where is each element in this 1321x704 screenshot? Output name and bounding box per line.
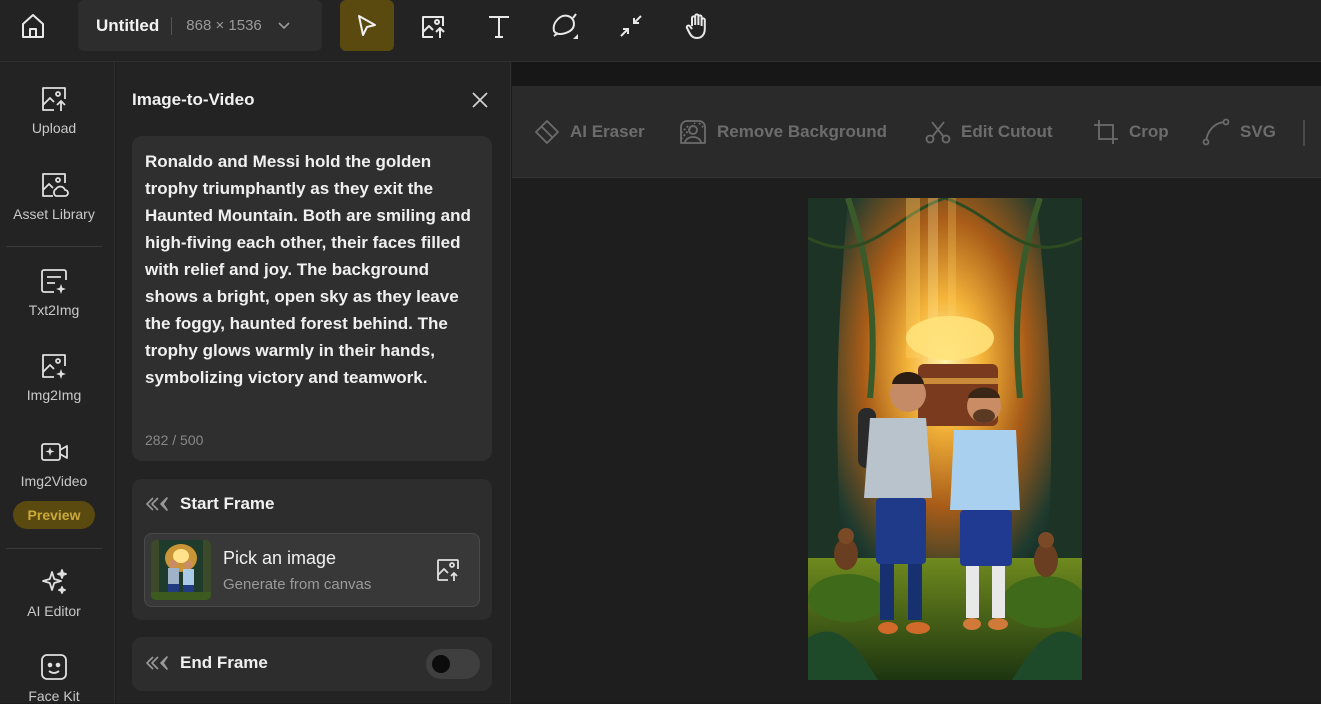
sidebar-divider	[6, 246, 102, 247]
text-T-icon	[489, 15, 509, 38]
pick-image-label: Pick an image	[223, 548, 337, 568]
document-selector[interactable]: Untitled 868 × 1536	[78, 0, 322, 51]
vector-pen-icon	[1202, 118, 1230, 146]
eraser-icon	[535, 120, 559, 144]
pick-image-button[interactable]: Pick an image Generate from canvas	[144, 533, 480, 607]
home-button[interactable]	[14, 8, 52, 44]
text-tool[interactable]	[472, 0, 526, 51]
sidebar-item-ai-editor[interactable]: AI Editor	[0, 567, 108, 619]
prompt-textarea[interactable]: Ronaldo and Messi hold the golden trophy…	[132, 136, 492, 461]
divider	[171, 16, 173, 35]
cursor-arrow-icon	[358, 14, 376, 36]
ai-eraser-label: AI Eraser	[570, 122, 645, 141]
scissors-icon	[925, 121, 951, 144]
image-upload-icon[interactable]	[435, 557, 461, 588]
remove-background-button[interactable]: Remove Background	[679, 120, 887, 144]
end-frame-title: End Frame	[180, 653, 268, 672]
sidebar-item-label: Img2Img	[26, 387, 82, 403]
start-frame-header: Start Frame	[146, 494, 274, 514]
toolbar-divider	[1303, 120, 1305, 146]
remove-background-label: Remove Background	[717, 122, 888, 141]
select-tool[interactable]	[340, 0, 394, 51]
document-size: 868 × 1536	[186, 17, 262, 34]
image-to-video-icon	[41, 443, 68, 461]
end-frame-header: End Frame	[146, 653, 268, 673]
asset-library-icon	[42, 173, 69, 197]
crop-button[interactable]: Crop	[1093, 120, 1169, 144]
start-frame-thumbnail	[151, 540, 211, 600]
shape-icon	[552, 12, 578, 39]
image-upload-icon	[422, 15, 445, 38]
upload-image-icon	[42, 87, 66, 111]
character-count: 282 / 500	[145, 432, 204, 448]
sparkle-icon	[42, 569, 67, 594]
sidebar-item-label: Asset Library	[13, 206, 95, 222]
home-icon	[22, 14, 44, 38]
sidebar-item-label: AI Editor	[27, 603, 81, 619]
frame-chevrons-icon	[146, 497, 168, 511]
end-frame-card: End Frame	[132, 637, 492, 691]
preview-badge: Preview	[13, 501, 95, 529]
sidebar-item-label: Txt2Img	[28, 302, 80, 318]
start-frame-card: Start Frame Pick an image Generate from …	[132, 479, 492, 620]
canvas-image[interactable]	[808, 198, 1082, 680]
left-sidebar: Upload Asset Library Txt2Img Img2Img Img…	[0, 62, 115, 704]
close-icon[interactable]	[469, 89, 491, 111]
text-to-image-icon	[41, 269, 67, 294]
canvas-top-strip	[512, 62, 1321, 86]
sidebar-item-label: Upload	[31, 120, 77, 136]
sidebar-item-face-kit[interactable]: Face Kit	[0, 652, 108, 704]
collapse-arrows-icon	[620, 14, 642, 37]
hand-tool[interactable]	[670, 0, 724, 51]
end-frame-toggle[interactable]	[426, 649, 480, 679]
crop-label: Crop	[1129, 122, 1169, 141]
face-icon	[41, 654, 67, 680]
sidebar-item-label: Face Kit	[28, 688, 80, 704]
sidebar-item-txt2img[interactable]: Txt2Img	[0, 266, 108, 318]
toggle-knob	[432, 655, 450, 673]
panel-title: Image-to-Video	[132, 90, 255, 109]
remove-background-icon	[680, 120, 706, 144]
sidebar-item-img2video[interactable]: Img2Video	[0, 437, 108, 489]
upload-image-tool[interactable]	[406, 0, 460, 51]
edit-cutout-label: Edit Cutout	[961, 122, 1053, 141]
top-toolbar: Untitled 868 × 1536	[0, 0, 1321, 62]
svg-label: SVG	[1240, 122, 1276, 141]
context-toolbar: AI Eraser Remove Background Edit Cutout …	[512, 86, 1321, 178]
svg-button[interactable]: SVG	[1202, 118, 1276, 146]
ai-eraser-button[interactable]: AI Eraser	[534, 120, 645, 144]
sidebar-item-asset-library[interactable]: Asset Library	[0, 170, 108, 222]
document-title[interactable]: Untitled	[96, 16, 159, 36]
shape-tool[interactable]	[538, 0, 592, 51]
image-to-video-panel: Image-to-Video Ronaldo and Messi hold th…	[116, 62, 511, 703]
generate-from-canvas-label: Generate from canvas	[223, 576, 372, 593]
sidebar-item-label: Img2Video	[20, 473, 88, 489]
chevron-down-icon[interactable]	[278, 21, 290, 30]
hand-icon	[685, 12, 706, 39]
image-to-image-icon	[42, 354, 66, 379]
canvas-area[interactable]: AI Eraser Remove Background Edit Cutout …	[512, 62, 1321, 703]
fit-tool[interactable]	[604, 0, 658, 51]
sidebar-divider	[6, 548, 102, 549]
sidebar-item-img2img[interactable]: Img2Img	[0, 351, 108, 403]
edit-cutout-button[interactable]: Edit Cutout	[925, 120, 1053, 144]
sidebar-item-upload[interactable]: Upload	[0, 84, 108, 136]
crop-icon	[1094, 120, 1118, 144]
frame-chevrons-icon	[146, 656, 168, 670]
prompt-text[interactable]: Ronaldo and Messi hold the golden trophy…	[145, 148, 479, 391]
start-frame-title: Start Frame	[180, 494, 275, 513]
